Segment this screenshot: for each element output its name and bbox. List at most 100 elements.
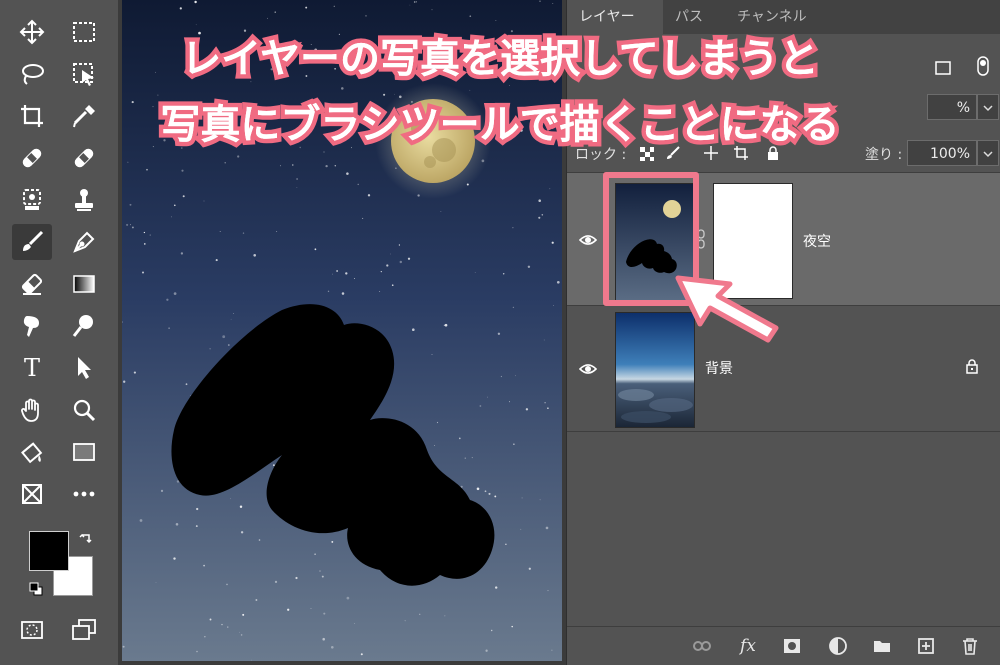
star — [272, 464, 275, 467]
star — [251, 659, 252, 661]
frame-tool[interactable] — [12, 476, 52, 512]
type-tool[interactable]: T — [12, 350, 52, 386]
swap-colors-icon[interactable] — [79, 531, 93, 545]
star — [505, 543, 507, 546]
star — [334, 164, 337, 167]
star — [552, 2, 554, 4]
screen-mode-button[interactable] — [64, 612, 104, 648]
star — [362, 217, 364, 219]
star — [458, 437, 461, 440]
star — [386, 264, 389, 267]
layers-bottom-bar: fx — [567, 626, 1000, 665]
star — [444, 323, 448, 327]
star — [494, 495, 497, 498]
path-select-tool[interactable] — [64, 350, 104, 386]
star — [341, 87, 344, 90]
add-mask-button[interactable] — [781, 635, 803, 657]
star — [314, 553, 316, 555]
zoom-tool[interactable] — [64, 392, 104, 428]
caption-line-1: レイヤーの写真を選択してしまうと — [181, 36, 819, 82]
star — [353, 278, 355, 280]
new-layer-button[interactable] — [915, 635, 937, 657]
star — [258, 539, 261, 541]
star — [544, 402, 546, 404]
star — [500, 375, 503, 378]
star — [474, 272, 476, 273]
star — [360, 653, 363, 656]
trash-icon — [963, 638, 977, 655]
layer-name-background[interactable]: 背景 — [705, 358, 733, 378]
star — [409, 4, 411, 6]
frame-icon — [22, 484, 42, 504]
foreground-color-swatch[interactable] — [29, 531, 69, 571]
rectangle-tool[interactable] — [64, 434, 104, 470]
star — [365, 15, 367, 17]
star — [175, 523, 179, 526]
hand-icon — [21, 398, 39, 422]
fx-icon: fx — [740, 636, 756, 656]
delete-layer-button[interactable] — [959, 635, 981, 657]
eraser-tool[interactable] — [12, 266, 52, 302]
star — [551, 649, 553, 651]
quick-mask-button[interactable] — [12, 612, 52, 648]
star — [219, 230, 221, 233]
star — [511, 625, 513, 628]
star — [345, 272, 348, 275]
star — [141, 271, 145, 274]
star — [255, 599, 258, 601]
more-tools[interactable] — [64, 476, 104, 512]
star — [221, 623, 223, 626]
adjustment-layer-button[interactable] — [827, 635, 849, 657]
eye-icon[interactable] — [579, 233, 597, 247]
star — [179, 7, 182, 10]
new-group-button[interactable] — [871, 635, 893, 657]
history-brush-tool[interactable] — [64, 182, 104, 218]
clone-tool[interactable] — [12, 182, 52, 218]
layer-row-background[interactable]: 背景 — [567, 306, 1000, 432]
link-layers-button[interactable] — [691, 635, 713, 657]
star — [346, 596, 350, 600]
star — [547, 407, 549, 410]
star — [419, 613, 421, 615]
star — [415, 1, 417, 3]
star — [203, 564, 205, 567]
rectangle-icon — [73, 443, 95, 461]
star — [380, 270, 382, 273]
star — [189, 394, 191, 396]
dodge-tool[interactable] — [64, 308, 104, 344]
star — [539, 499, 541, 501]
star — [330, 645, 334, 649]
star — [479, 405, 482, 407]
gradient-tool[interactable] — [64, 266, 104, 302]
default-colors-icon[interactable] — [29, 582, 43, 596]
ellipsis-icon — [73, 491, 95, 497]
star — [274, 11, 276, 13]
pen-tool[interactable] — [64, 224, 104, 260]
star — [226, 583, 228, 586]
star — [413, 1, 416, 3]
star — [390, 253, 391, 255]
star — [204, 636, 206, 638]
layer-style-button[interactable]: fx — [737, 635, 759, 657]
hand-tool[interactable] — [12, 392, 52, 428]
star — [325, 164, 328, 168]
star — [130, 224, 132, 226]
star — [242, 613, 245, 616]
dodge-icon — [72, 315, 93, 337]
star — [230, 498, 232, 500]
layer-name-night-sky[interactable]: 夜空 — [803, 231, 831, 251]
star — [399, 260, 403, 264]
star — [553, 305, 555, 306]
eraser-icon — [21, 273, 43, 295]
smudge-tool[interactable] — [12, 308, 52, 344]
star — [195, 24, 197, 26]
star — [127, 161, 129, 163]
star — [305, 6, 308, 9]
brush-tool[interactable] — [12, 224, 52, 260]
star — [476, 487, 480, 491]
paint-bucket-tool[interactable] — [12, 434, 52, 470]
star — [160, 489, 164, 493]
star — [279, 165, 282, 167]
star — [227, 626, 229, 628]
eye-icon[interactable] — [579, 362, 597, 376]
